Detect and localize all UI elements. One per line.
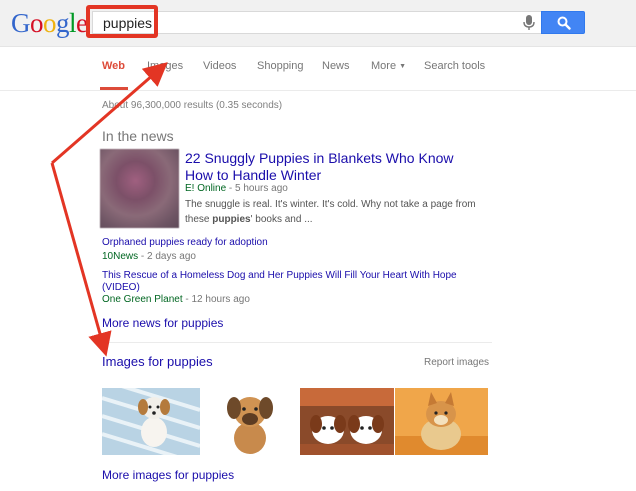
tab-search-tools[interactable]: Search tools	[424, 60, 485, 72]
results-stats: About 96,300,000 results (0.35 seconds)	[102, 100, 283, 111]
puppy-image-thumbnail[interactable]	[300, 388, 394, 455]
search-tabs: Web Images Videos Shopping News More ▼ S…	[0, 46, 636, 91]
top-story-source: E! Online - 5 hours ago	[185, 183, 288, 194]
tab-images[interactable]: Images	[147, 60, 183, 72]
news-story-link[interactable]: This Rescue of a Homeless Dog and Her Pu…	[102, 270, 482, 294]
images-section-heading-link[interactable]: Images for puppies	[102, 354, 213, 369]
caret-down-icon: ▼	[399, 63, 407, 70]
section-divider	[102, 342, 492, 343]
tab-more[interactable]: More ▼	[371, 60, 406, 72]
puppy-image-thumbnail[interactable]	[395, 388, 488, 455]
news-story-source: 10News - 2 days ago	[102, 251, 196, 262]
news-section-heading: In the news	[102, 128, 174, 144]
tab-news[interactable]: News	[322, 60, 350, 72]
more-images-link[interactable]: More images for puppies	[102, 468, 234, 482]
active-tab-indicator	[100, 87, 128, 90]
search-button[interactable]	[541, 11, 585, 34]
search-input[interactable]	[103, 15, 503, 31]
more-news-link[interactable]: More news for puppies	[102, 316, 223, 330]
google-logo[interactable]: Google	[11, 8, 88, 38]
search-header: Google	[0, 0, 636, 47]
news-thumbnail[interactable]	[100, 149, 179, 228]
tab-web[interactable]: Web	[102, 60, 125, 72]
puppy-image-thumbnail[interactable]	[102, 388, 200, 455]
tab-videos[interactable]: Videos	[203, 60, 236, 72]
news-story-link[interactable]: Orphaned puppies ready for adoption	[102, 237, 268, 249]
microphone-icon[interactable]	[522, 14, 536, 32]
report-images-link[interactable]: Report images	[424, 357, 489, 368]
search-icon	[557, 16, 571, 30]
search-box[interactable]	[92, 11, 541, 34]
news-story-source: One Green Planet - 12 hours ago	[102, 294, 250, 305]
puppy-image-thumbnail[interactable]	[204, 388, 296, 455]
top-story-snippet: The snuggle is real. It's winter. It's c…	[185, 199, 476, 225]
top-story-title-link[interactable]: 22 Snuggly Puppies in Blankets Who Know …	[185, 150, 485, 184]
tab-shopping[interactable]: Shopping	[257, 60, 304, 72]
annotation-arrow	[50, 162, 112, 357]
